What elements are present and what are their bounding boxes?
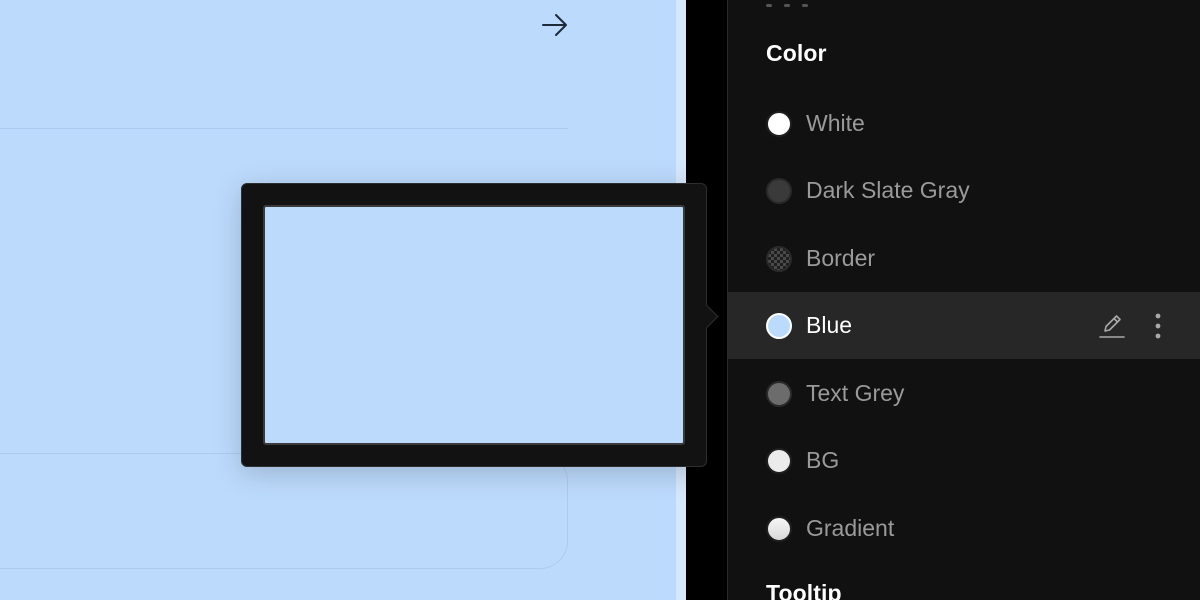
arrow-right-button[interactable] [538, 8, 572, 42]
color-item-gradient[interactable]: Gradient [728, 495, 1200, 562]
color-item-label: BG [806, 447, 840, 473]
color-swatch [766, 177, 792, 204]
color-preview-swatch [263, 205, 685, 445]
color-item-label: White [806, 110, 865, 136]
color-item-label: Gradient [806, 515, 895, 541]
color-swatch [766, 447, 792, 474]
edit-color-button[interactable] [1098, 309, 1126, 343]
section-title-color: Color [766, 40, 827, 66]
color-item-text-grey[interactable]: Text Grey [728, 360, 1200, 427]
color-item-dark-slate-gray[interactable]: Dark Slate Gray [728, 157, 1200, 224]
color-item-label: Blue [806, 312, 853, 338]
color-preview-popover [241, 183, 719, 467]
color-item-label: Border [806, 245, 876, 271]
arrow-right-icon [542, 14, 567, 36]
color-item-border[interactable]: Border [728, 225, 1200, 292]
color-item-label: Text Grey [806, 380, 905, 406]
color-item-white[interactable]: White [728, 90, 1200, 157]
styles-panel: Color White Dark Slate Gray Border Blue [728, 0, 1200, 600]
canvas-card-outline [0, 453, 568, 569]
color-swatch [766, 312, 792, 339]
pencil-icon [1099, 314, 1125, 338]
color-item-label: Dark Slate Gray [806, 177, 970, 203]
color-swatch [766, 380, 792, 407]
color-item-actions [1098, 292, 1172, 359]
section-title-tooltip: Tooltip [766, 580, 842, 600]
color-swatch [766, 110, 792, 137]
more-options-button[interactable] [1144, 309, 1172, 343]
checkerboard-swatch [766, 245, 792, 272]
color-item-bg[interactable]: BG [728, 427, 1200, 494]
more-vertical-icon [1155, 313, 1161, 338]
canvas-divider [0, 128, 568, 129]
gradient-swatch [766, 515, 792, 542]
scrolled-content-remnant [766, 0, 876, 7]
color-item-blue[interactable]: Blue [728, 292, 1200, 359]
